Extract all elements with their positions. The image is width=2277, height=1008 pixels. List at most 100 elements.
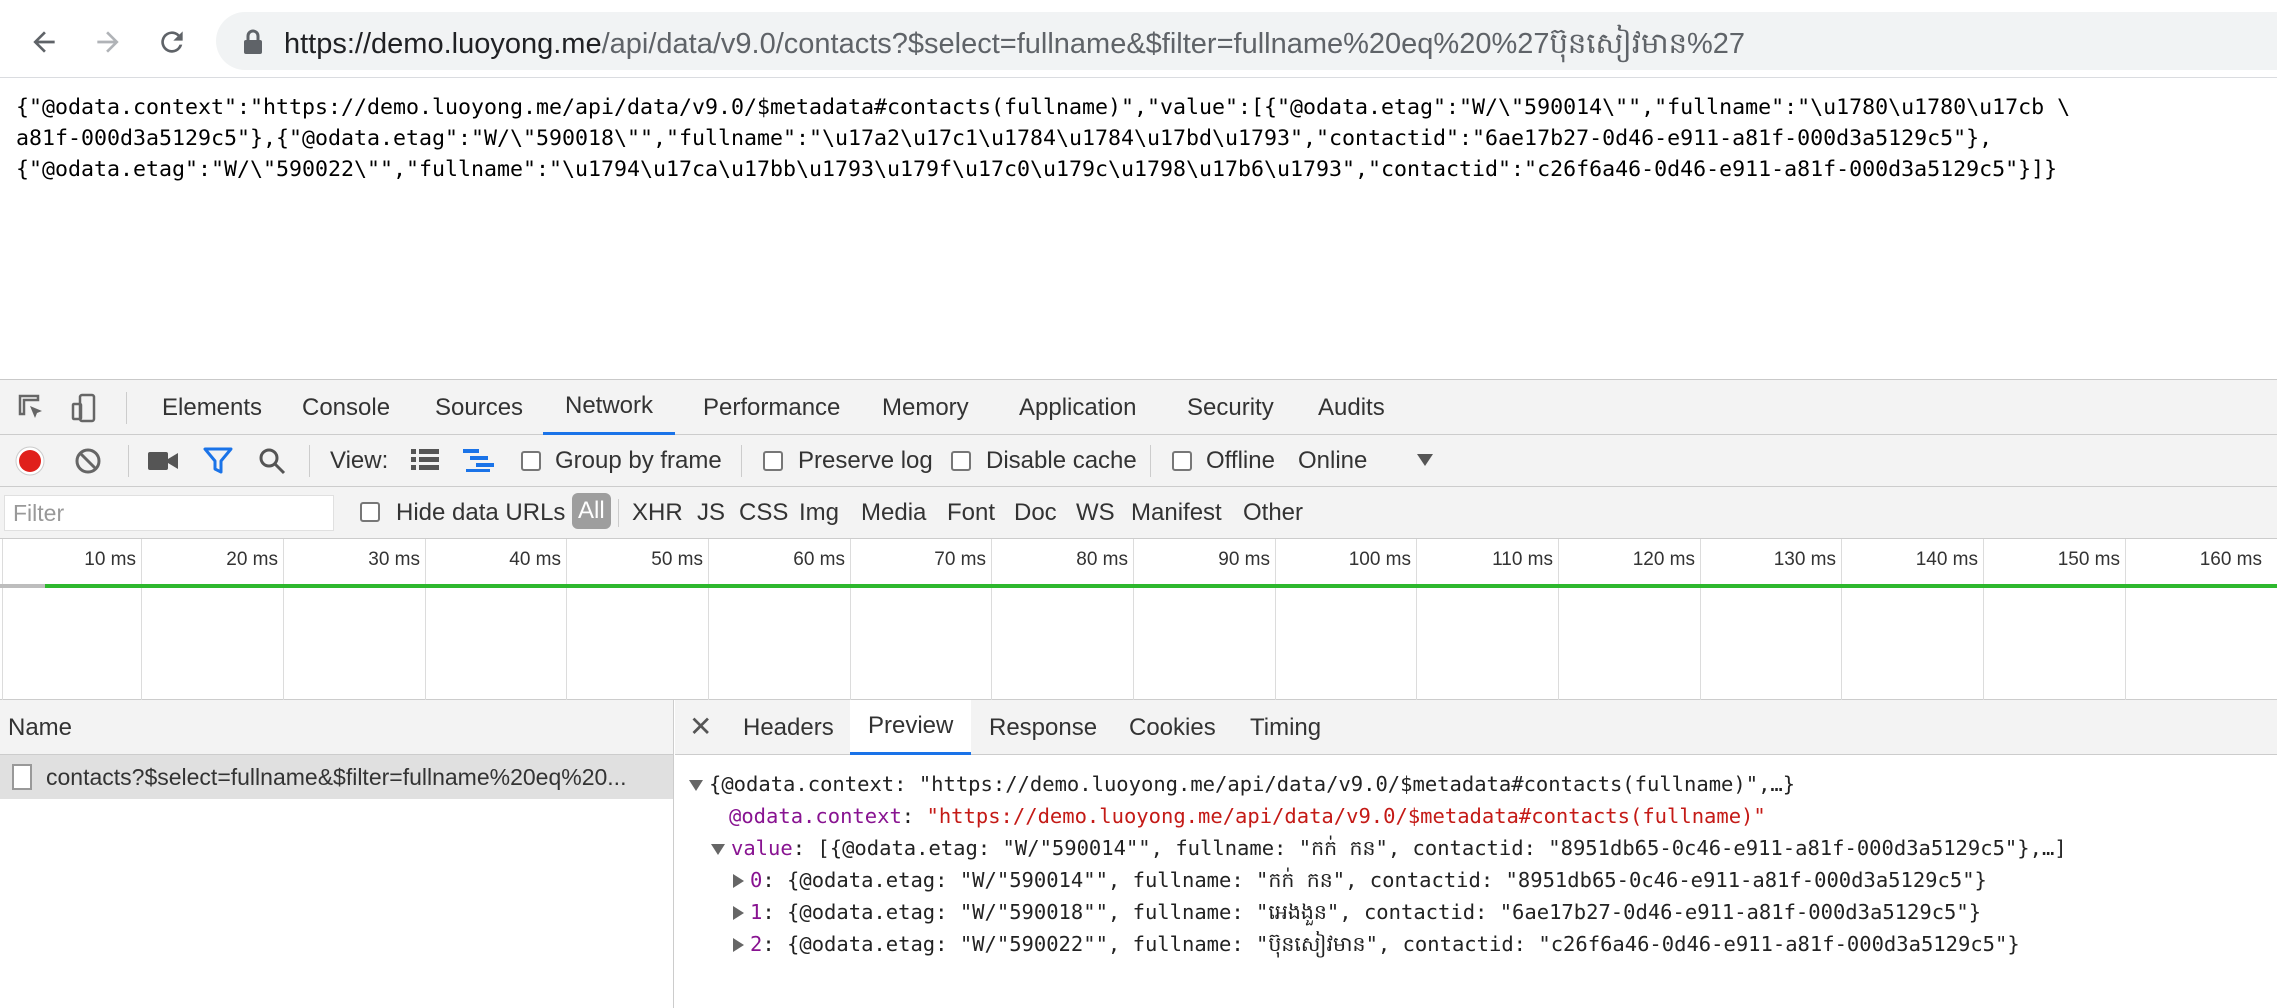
url-path: /api/data/v9.0/contacts?$select=fullname…	[601, 28, 1746, 60]
hide-data-urls-checkbox[interactable]	[360, 502, 380, 522]
tab-sources[interactable]: Sources	[413, 380, 545, 435]
timeline-tick-label: 40 ms	[509, 549, 561, 570]
tree-index: 1	[750, 900, 763, 924]
disable-cache-label: Disable cache	[986, 447, 1137, 474]
address-bar[interactable]: https://demo.luoyong.me/api/data/v9.0/co…	[216, 12, 2277, 70]
timeline-overview[interactable]: 10 ms 20 ms 30 ms 40 ms 50 ms 60 ms 70 m…	[0, 539, 2277, 700]
collapse-arrow-icon[interactable]	[733, 906, 744, 920]
tab-cookies[interactable]: Cookies	[1111, 700, 1234, 755]
filter-type-font[interactable]: Font	[947, 499, 995, 527]
search-icon[interactable]	[258, 447, 286, 475]
timeline-gridline	[425, 539, 426, 700]
video-camera-icon[interactable]	[147, 448, 179, 474]
filter-bar: Filter Hide data URLs All XHR JS CSS Img…	[0, 487, 2277, 539]
filter-type-media[interactable]: Media	[861, 499, 926, 527]
timeline-tick-label: 140 ms	[1915, 549, 1978, 570]
name-column-header[interactable]: Name	[0, 700, 673, 755]
tree-node-value[interactable]: value: [{@odata.etag: "W/"590014"", full…	[689, 832, 2067, 864]
divider	[128, 445, 129, 477]
timeline-request-bar	[45, 584, 2277, 588]
inspect-element-icon[interactable]	[16, 392, 48, 424]
tree-item-summary: {@odata.etag: "W/"590022"", fullname: "ប…	[787, 932, 2020, 956]
waterfall-icon[interactable]	[462, 447, 496, 473]
back-button[interactable]	[22, 20, 66, 64]
request-row[interactable]: contacts?$select=fullname&$filter=fullna…	[0, 755, 673, 799]
divider	[741, 445, 742, 477]
tab-headers[interactable]: Headers	[725, 700, 852, 755]
tab-memory[interactable]: Memory	[860, 380, 991, 435]
tree-root[interactable]: {@odata.context: "https://demo.luoyong.m…	[689, 768, 2067, 800]
timeline-tick-label: 160 ms	[2199, 549, 2262, 570]
url-host: https://demo.luoyong.me	[284, 28, 602, 60]
timeline-gridline	[2, 539, 3, 700]
tab-audits[interactable]: Audits	[1296, 380, 1407, 435]
clear-icon[interactable]	[74, 447, 102, 475]
disable-cache-checkbox[interactable]	[951, 451, 971, 471]
tree-item[interactable]: 1: {@odata.etag: "W/"590018"", fullname:…	[689, 896, 2067, 928]
expand-arrow-icon[interactable]	[711, 843, 725, 855]
tab-performance[interactable]: Performance	[681, 380, 862, 435]
filter-type-js[interactable]: JS	[697, 499, 725, 527]
forward-arrow-icon	[97, 31, 119, 53]
preserve-log-label: Preserve log	[798, 447, 933, 474]
tab-elements[interactable]: Elements	[140, 380, 284, 435]
timeline-gridline	[1416, 539, 1417, 700]
collapse-arrow-icon[interactable]	[733, 938, 744, 952]
filter-type-ws[interactable]: WS	[1076, 499, 1115, 527]
filter-type-doc[interactable]: Doc	[1014, 499, 1057, 527]
filter-type-xhr[interactable]: XHR	[632, 499, 683, 527]
filter-type-css[interactable]: CSS	[739, 499, 788, 527]
timeline-tick-label: 60 ms	[793, 549, 845, 570]
document-icon	[12, 764, 32, 790]
tab-timing[interactable]: Timing	[1232, 700, 1339, 755]
preserve-log-checkbox[interactable]	[763, 451, 783, 471]
filter-input[interactable]: Filter	[4, 495, 334, 531]
timeline-tick-label: 80 ms	[1076, 549, 1128, 570]
request-details: ✕ Headers Preview Response Cookies Timin…	[675, 700, 2277, 1008]
tree-item[interactable]: 0: {@odata.etag: "W/"590014"", fullname:…	[689, 864, 2067, 896]
divider	[1150, 445, 1151, 477]
tab-preview[interactable]: Preview	[850, 700, 972, 755]
collapse-arrow-icon[interactable]	[733, 874, 744, 888]
timeline-tick-label: 30 ms	[368, 549, 420, 570]
timeline-tick-label: 50 ms	[651, 549, 703, 570]
timeline-gridline	[1700, 539, 1701, 700]
tab-response[interactable]: Response	[971, 700, 1115, 755]
tree-key: value	[731, 836, 793, 860]
throttling-select[interactable]: Online	[1298, 447, 1367, 475]
divider	[618, 499, 619, 527]
timeline-gridline	[283, 539, 284, 700]
tab-security[interactable]: Security	[1165, 380, 1296, 435]
request-name: contacts?$select=fullname&$filter=fullna…	[46, 763, 627, 790]
close-icon[interactable]: ✕	[689, 710, 712, 743]
timeline-gridline	[1841, 539, 1842, 700]
timeline-tick-label: 20 ms	[226, 549, 278, 570]
filter-type-img[interactable]: Img	[799, 499, 839, 527]
request-list: Name contacts?$select=fullname&$filter=f…	[0, 700, 674, 1008]
filter-type-all[interactable]: All	[572, 493, 611, 529]
lock-icon	[244, 29, 262, 54]
tab-network[interactable]: Network	[543, 380, 676, 435]
filter-type-other[interactable]: Other	[1243, 499, 1303, 527]
filter-funnel-icon[interactable]	[203, 447, 233, 475]
browser-toolbar: https://demo.luoyong.me/api/data/v9.0/co…	[0, 0, 2277, 78]
group-by-frame-checkbox[interactable]	[521, 451, 541, 471]
tree-key: @odata.context	[729, 804, 902, 828]
tree-item[interactable]: 2: {@odata.etag: "W/"590022"", fullname:…	[689, 928, 2067, 960]
tab-application[interactable]: Application	[997, 380, 1158, 435]
expand-arrow-icon[interactable]	[689, 779, 703, 791]
timeline-tick-label: 150 ms	[2057, 549, 2120, 570]
reload-button[interactable]	[150, 20, 194, 64]
offline-checkbox[interactable]	[1172, 451, 1192, 471]
large-rows-icon[interactable]	[410, 447, 440, 473]
forward-button[interactable]	[86, 20, 130, 64]
dropdown-arrow-icon[interactable]	[1416, 453, 1434, 467]
tab-console[interactable]: Console	[280, 380, 412, 435]
record-icon[interactable]	[14, 445, 46, 477]
timeline-gridline	[1558, 539, 1559, 700]
timeline-tick-label: 120 ms	[1632, 549, 1695, 570]
device-toolbar-icon[interactable]	[70, 392, 102, 424]
filter-type-manifest[interactable]: Manifest	[1131, 499, 1222, 527]
timeline-gridline	[1983, 539, 1984, 700]
view-label: View:	[330, 447, 389, 474]
